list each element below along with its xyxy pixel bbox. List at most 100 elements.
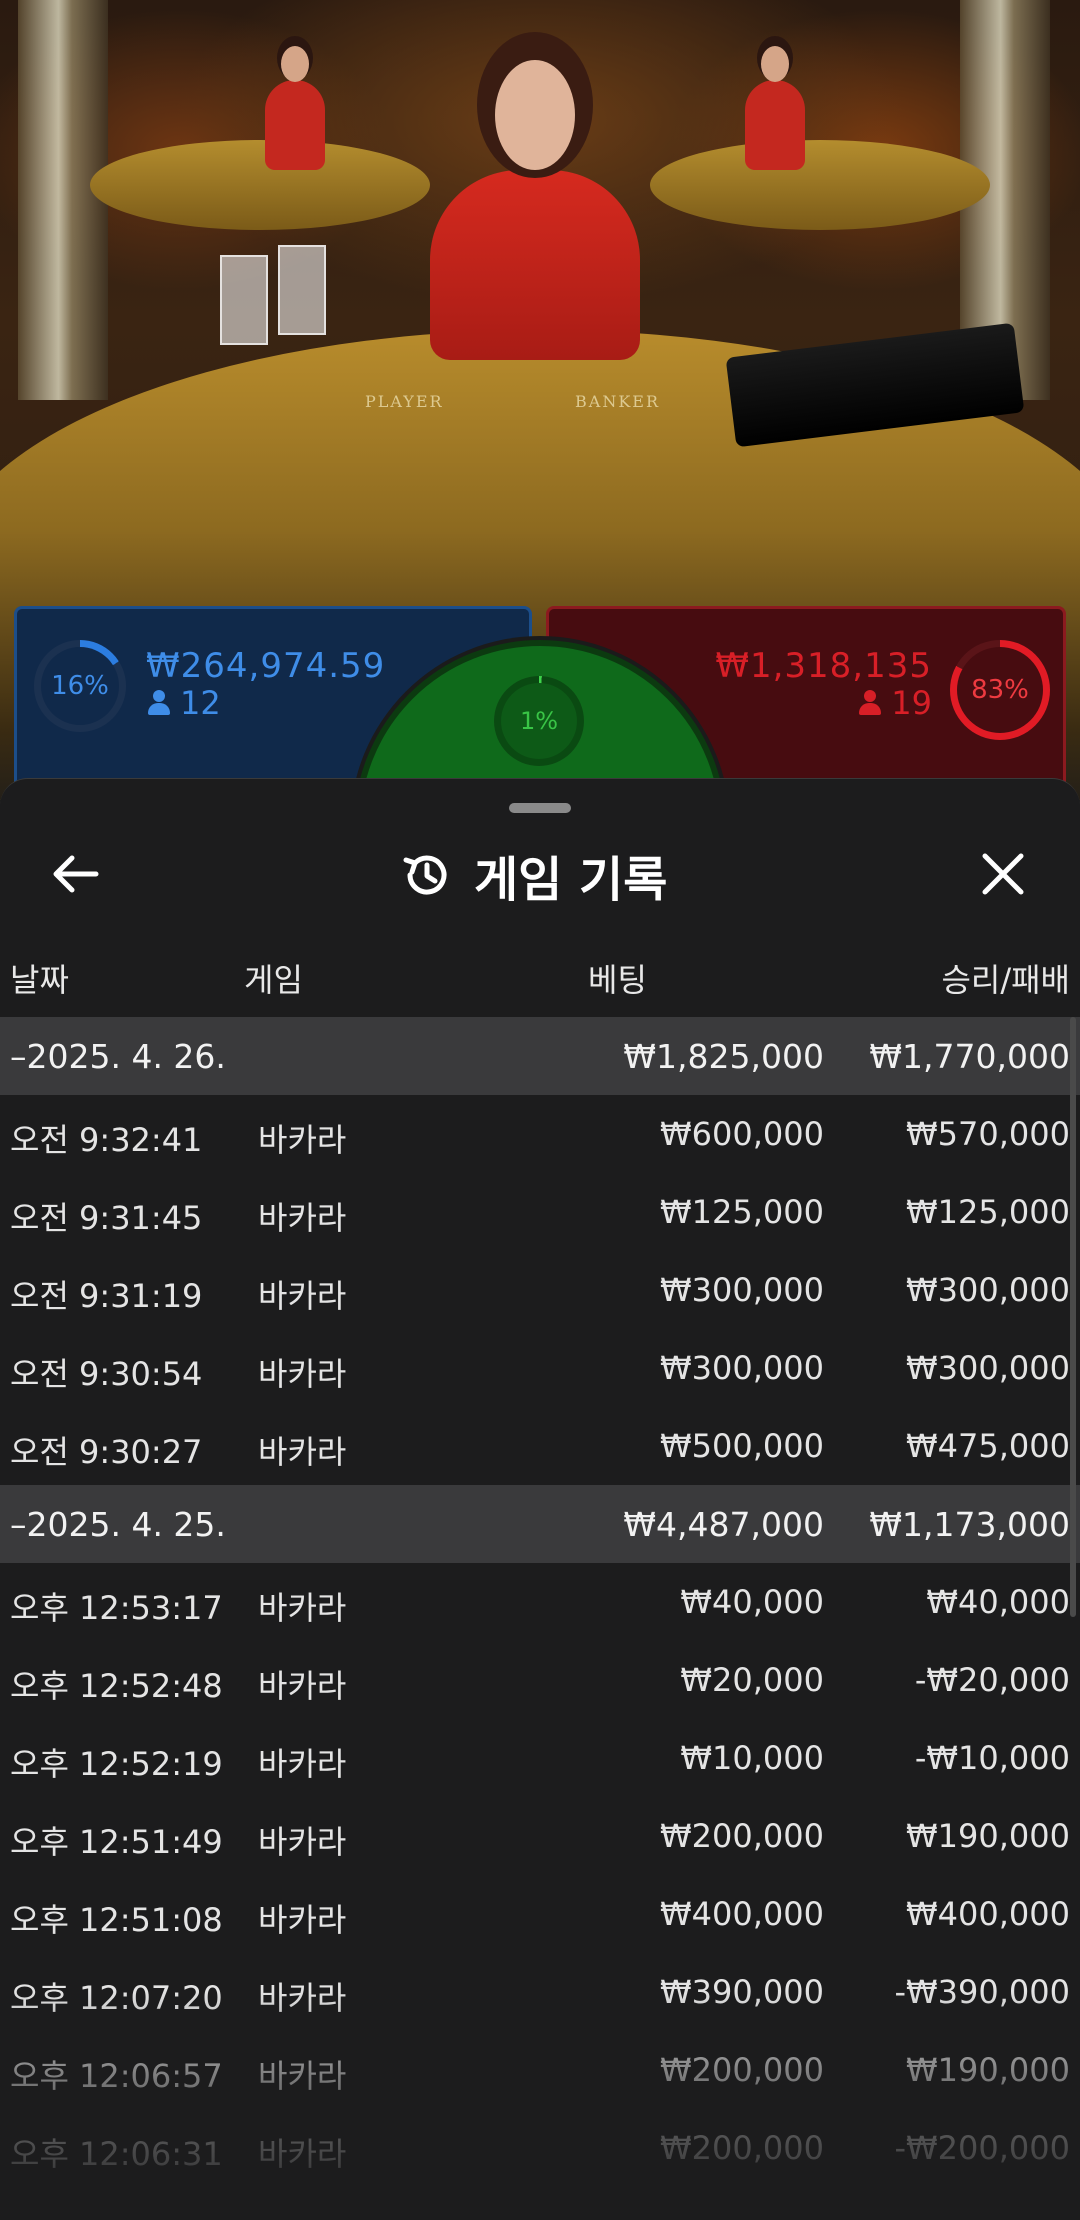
side-table <box>650 140 990 230</box>
card-holder <box>220 255 268 345</box>
time-cell: 오전 9:30:27 <box>10 1433 203 1471</box>
date-group-header[interactable]: –2025. 4. 25. ₩4,487,000 ₩1,173,000 <box>0 1485 1080 1563</box>
game-cell: 바카라 <box>258 1121 347 1159</box>
dealer <box>430 60 640 360</box>
time-cell: 오후 12:52:48 <box>10 1667 223 1705</box>
history-row[interactable]: 오전 9:31:45 바카라 ₩125,000 ₩125,000 <box>0 1173 1080 1251</box>
tie-percent-ring: 1% <box>494 676 584 766</box>
time-cell: 오전 9:30:54 <box>10 1355 203 1393</box>
card-holder <box>278 245 326 335</box>
drag-handle[interactable] <box>509 803 571 813</box>
total-bet: ₩4,487,000 <box>623 1505 824 1544</box>
history-row[interactable]: 오후 12:06:57 바카라 ₩200,000 ₩190,000 <box>0 2031 1080 2109</box>
table-label-player: PLAYER <box>365 392 444 411</box>
result-cell: ₩190,000 <box>906 1817 1070 1855</box>
result-cell: ₩400,000 <box>906 1895 1070 1933</box>
game-cell: 바카라 <box>258 1277 347 1315</box>
bet-cell: ₩200,000 <box>660 2051 824 2089</box>
time-cell: 오후 12:52:19 <box>10 1745 223 1783</box>
banker-count: 19 <box>859 684 932 722</box>
time-cell: 오전 9:32:41 <box>10 1121 203 1159</box>
background-dealer <box>745 46 805 170</box>
player-percent-ring: 16% <box>34 640 126 732</box>
scrollbar[interactable] <box>1070 1017 1076 1617</box>
total-result: ₩1,770,000 <box>869 1037 1070 1076</box>
result-cell: -₩20,000 <box>914 1661 1070 1699</box>
time-cell: 오후 12:06:31 <box>10 2135 223 2173</box>
sheet-header: 게임 기록 <box>400 835 667 915</box>
bet-cell: ₩300,000 <box>660 1349 824 1387</box>
history-row[interactable]: 오전 9:32:41 바카라 ₩600,000 ₩570,000 <box>0 1095 1080 1173</box>
decor-pillar <box>18 0 108 400</box>
player-count-value: 12 <box>180 684 221 722</box>
game-cell: 바카라 <box>258 1979 347 2017</box>
back-button[interactable] <box>40 839 110 909</box>
close-icon <box>982 853 1024 895</box>
history-row[interactable]: 오전 9:30:54 바카라 ₩300,000 ₩300,000 <box>0 1329 1080 1407</box>
game-cell: 바카라 <box>258 1745 347 1783</box>
bet-cell: ₩500,000 <box>660 1427 824 1465</box>
history-row[interactable]: 오후 12:52:48 바카라 ₩20,000 -₩20,000 <box>0 1641 1080 1719</box>
time-cell: 오후 12:51:49 <box>10 1823 223 1861</box>
close-button[interactable] <box>968 839 1038 909</box>
result-cell: ₩570,000 <box>906 1115 1070 1153</box>
game-cell: 바카라 <box>258 1901 347 1939</box>
time-cell: 오후 12:07:20 <box>10 1979 223 2017</box>
column-header-game[interactable]: 게임 <box>244 955 303 1001</box>
bet-cell: ₩200,000 <box>660 2129 824 2167</box>
person-icon <box>859 690 882 716</box>
banker-count-value: 19 <box>891 684 932 722</box>
result-cell: ₩190,000 <box>906 2051 1070 2089</box>
result-cell: ₩475,000 <box>906 1427 1070 1465</box>
history-icon <box>403 855 447 895</box>
history-row[interactable]: 오후 12:53:17 바카라 ₩40,000 ₩40,000 <box>0 1563 1080 1641</box>
game-cell: 바카라 <box>258 1355 347 1393</box>
background-dealer <box>265 46 325 170</box>
bet-cell: ₩40,000 <box>680 1583 824 1621</box>
history-row[interactable]: 오후 12:06:31 바카라 ₩200,000 -₩200,000 <box>0 2109 1080 2187</box>
history-list[interactable]: –2025. 4. 26. ₩1,825,000 ₩1,770,000 오전 9:32… <box>0 1017 1080 2187</box>
time-cell: 오후 12:53:17 <box>10 1589 223 1627</box>
column-header-date[interactable]: 날짜 <box>10 955 69 1001</box>
bet-cell: ₩125,000 <box>660 1193 824 1231</box>
game-cell: 바카라 <box>258 2057 347 2095</box>
player-count: 12 <box>148 684 221 722</box>
history-row[interactable]: 오전 9:31:19 바카라 ₩300,000 ₩300,000 <box>0 1251 1080 1329</box>
page-title: 게임 기록 <box>474 852 668 908</box>
date-group-header[interactable]: –2025. 4. 26. ₩1,825,000 ₩1,770,000 <box>0 1017 1080 1095</box>
bet-cell: ₩600,000 <box>660 1115 824 1153</box>
bet-cell: ₩20,000 <box>680 1661 824 1699</box>
player-bet-amount: ₩264,974.59 <box>146 646 386 686</box>
history-row[interactable]: 오후 12:52:19 바카라 ₩10,000 -₩10,000 <box>0 1719 1080 1797</box>
total-result: ₩1,173,000 <box>869 1505 1070 1544</box>
history-row[interactable]: 오후 12:51:49 바카라 ₩200,000 ₩190,000 <box>0 1797 1080 1875</box>
time-cell: 오전 9:31:45 <box>10 1199 203 1237</box>
result-cell: ₩125,000 <box>906 1193 1070 1231</box>
game-history-sheet: 게임 기록 날짜 게임 베팅 승리/패배 –2025. 4. 26. ₩1,825… <box>0 778 1080 2220</box>
history-row[interactable]: 오후 12:07:20 바카라 ₩390,000 -₩390,000 <box>0 1953 1080 2031</box>
result-cell: ₩40,000 <box>926 1583 1070 1621</box>
banker-percent-ring: 83% <box>950 640 1050 740</box>
time-cell: 오전 9:31:19 <box>10 1277 203 1315</box>
game-cell: 바카라 <box>258 1433 347 1471</box>
bet-cell: ₩390,000 <box>660 1973 824 2011</box>
result-cell: -₩390,000 <box>894 1973 1070 2011</box>
result-cell: ₩300,000 <box>906 1271 1070 1309</box>
result-cell: -₩200,000 <box>894 2129 1070 2167</box>
side-table <box>90 140 430 230</box>
result-cell: ₩300,000 <box>906 1349 1070 1387</box>
game-cell: 바카라 <box>258 1589 347 1627</box>
date-label: –2025. 4. 26. <box>10 1037 226 1076</box>
bet-cell: ₩300,000 <box>660 1271 824 1309</box>
column-header-bet[interactable]: 베팅 <box>588 955 647 1001</box>
bet-cell: ₩400,000 <box>660 1895 824 1933</box>
time-cell: 오후 12:06:57 <box>10 2057 223 2095</box>
column-header-result[interactable]: 승리/패배 <box>941 955 1070 1001</box>
person-icon <box>148 690 170 716</box>
banker-bet-amount: ₩1,318,135 <box>715 646 932 686</box>
game-cell: 바카라 <box>258 1199 347 1237</box>
history-row[interactable]: 오후 12:51:08 바카라 ₩400,000 ₩400,000 <box>0 1875 1080 1953</box>
bet-cell: ₩10,000 <box>680 1739 824 1777</box>
date-label: –2025. 4. 25. <box>10 1505 226 1544</box>
history-row[interactable]: 오전 9:30:27 바카라 ₩500,000 ₩475,000 <box>0 1407 1080 1485</box>
